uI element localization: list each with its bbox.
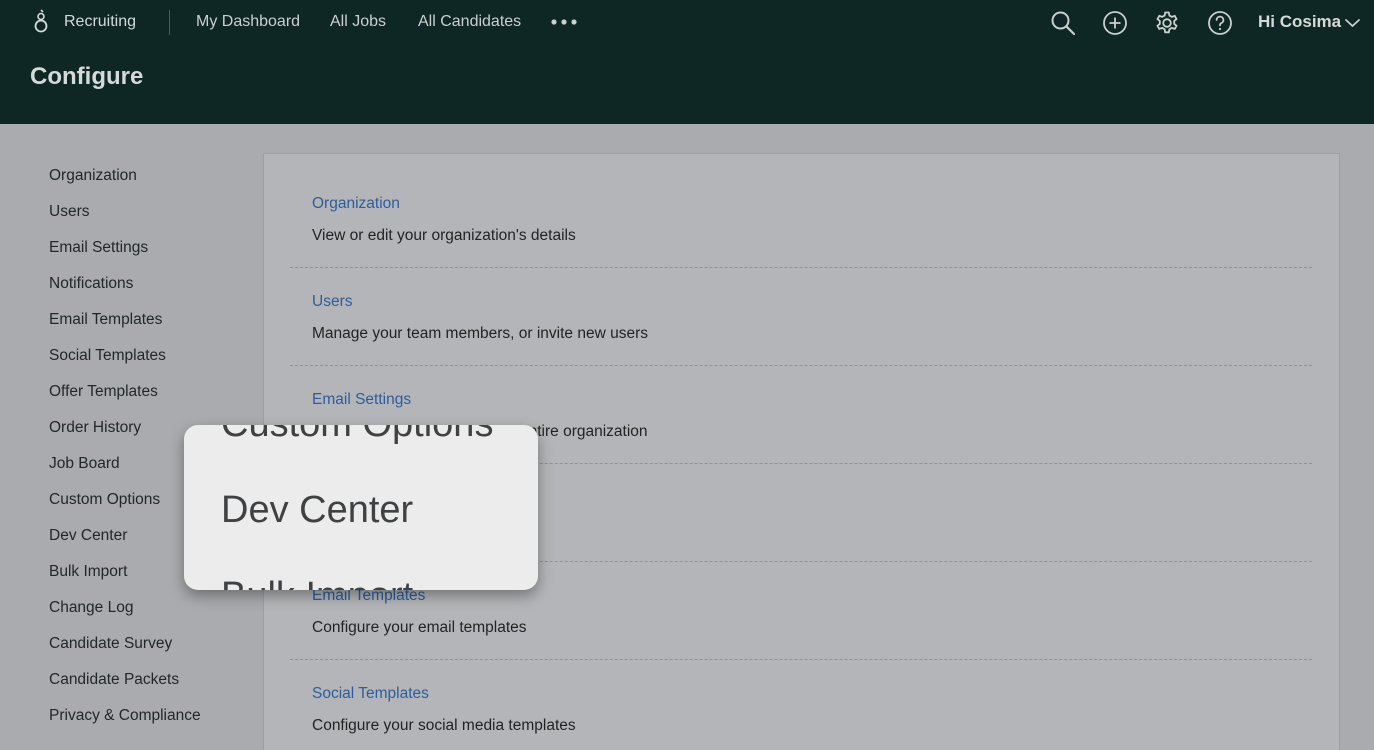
sidebar-item-candidate-survey[interactable]: Candidate Survey [49, 635, 172, 653]
section-desc-email-settings: entire organization [520, 423, 648, 440]
section-desc-email-templates: Configure your email templates [312, 619, 527, 636]
add-circle-icon[interactable] [1102, 10, 1128, 36]
brand-name[interactable]: Recruiting [64, 13, 136, 31]
nav-all-candidates[interactable]: All Candidates [418, 13, 521, 31]
magnified-prev-item: Custom Options [221, 425, 493, 443]
sidebar-item-organization[interactable]: Organization [49, 167, 137, 185]
sidebar-item-offer-templates[interactable]: Offer Templates [49, 383, 158, 401]
sidebar-item-change-log[interactable]: Change Log [49, 599, 133, 617]
sidebar-item-email-templates[interactable]: Email Templates [49, 311, 162, 329]
sidebar-item-users[interactable]: Users [49, 203, 89, 221]
nav-all-jobs[interactable]: All Jobs [330, 13, 386, 31]
section-title-social-templates[interactable]: Social Templates [312, 685, 429, 703]
sidebar-item-job-board[interactable]: Job Board [49, 455, 120, 473]
nav-my-dashboard[interactable]: My Dashboard [196, 13, 300, 31]
greenhouse-sprout-icon[interactable] [33, 9, 49, 35]
section-title-organization[interactable]: Organization [312, 195, 400, 213]
more-horizontal-icon[interactable] [550, 13, 578, 31]
section-title-email-settings[interactable]: Email Settings [312, 391, 411, 409]
help-circle-icon[interactable] [1207, 10, 1233, 36]
magnified-current-item[interactable]: Dev Center [221, 491, 413, 529]
magnifier-popup: Custom Options Dev Center Bulk Import [184, 425, 538, 590]
magnified-next-item: Bulk Import [221, 577, 413, 590]
nav-divider [169, 10, 170, 35]
page-title: Configure [30, 63, 144, 90]
search-icon[interactable] [1050, 10, 1076, 36]
section-divider [290, 267, 1312, 268]
sidebar-item-dev-center[interactable]: Dev Center [49, 527, 127, 545]
gear-icon[interactable] [1154, 10, 1180, 36]
sidebar-item-privacy-compliance[interactable]: Privacy & Compliance [49, 707, 201, 725]
section-desc-social-templates: Configure your social media templates [312, 717, 576, 734]
section-desc-organization: View or edit your organization's details [312, 227, 576, 244]
main-nav: Recruiting My Dashboard All Jobs All Can… [0, 0, 1374, 46]
sidebar-item-order-history[interactable]: Order History [49, 419, 141, 437]
section-desc-users: Manage your team members, or invite new … [312, 325, 648, 342]
chevron-down-icon[interactable] [1344, 17, 1361, 29]
sidebar-item-candidate-packets[interactable]: Candidate Packets [49, 671, 179, 689]
section-title-users[interactable]: Users [312, 293, 352, 311]
sidebar-item-custom-options[interactable]: Custom Options [49, 491, 160, 509]
top-bar: Recruiting My Dashboard All Jobs All Can… [0, 0, 1374, 124]
user-greeting[interactable]: Hi Cosima [1258, 12, 1341, 32]
sidebar-item-bulk-import[interactable]: Bulk Import [49, 563, 127, 581]
sidebar-item-email-settings[interactable]: Email Settings [49, 239, 148, 257]
sidebar-item-social-templates[interactable]: Social Templates [49, 347, 166, 365]
section-divider [290, 659, 1312, 660]
section-divider [290, 365, 1312, 366]
sidebar-item-notifications[interactable]: Notifications [49, 275, 133, 293]
